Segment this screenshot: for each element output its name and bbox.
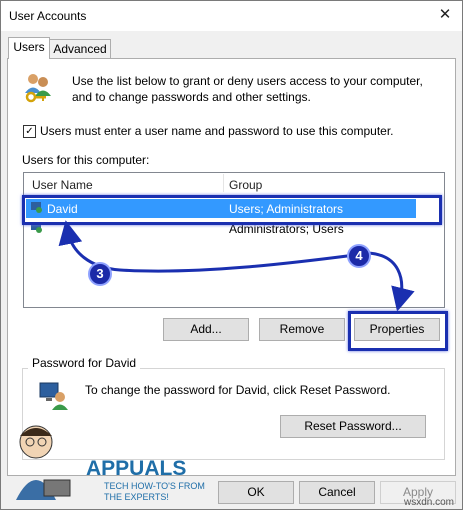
add-button[interactable]: Add... [163, 318, 249, 341]
remove-button[interactable]: Remove [259, 318, 345, 341]
arrow-to-properties [367, 251, 415, 312]
watermark-tagline-2: THE EXPERTS! [104, 492, 169, 502]
watermark-brand: APPUALS [86, 457, 187, 480]
cancel-button[interactable]: Cancel [299, 481, 375, 504]
appuals-mascot-logo [4, 420, 74, 510]
cancel-label: Cancel [318, 485, 356, 499]
add-button-label: Add... [190, 322, 222, 336]
reset-password-label: Reset Password... [304, 419, 402, 433]
password-group-title: Password for David [28, 356, 141, 370]
site-watermark: wsxdn.com [404, 497, 455, 508]
password-instruction: To change the password for David, click … [85, 383, 391, 397]
password-groupbox [22, 368, 445, 460]
step-3-badge: 3 [88, 262, 112, 286]
arrow-to-user [58, 220, 356, 273]
user-monitor-icon [38, 380, 68, 410]
ok-button[interactable]: OK [218, 481, 294, 504]
reset-password-button[interactable]: Reset Password... [280, 415, 426, 438]
remove-button-label: Remove [279, 322, 325, 336]
step-4-badge: 4 [347, 244, 371, 268]
ok-label: OK [247, 485, 265, 499]
tab-users[interactable]: Users [8, 37, 50, 59]
properties-highlight-box [348, 311, 448, 351]
watermark-tagline-1: TECH HOW-TO'S FROM [104, 481, 205, 491]
